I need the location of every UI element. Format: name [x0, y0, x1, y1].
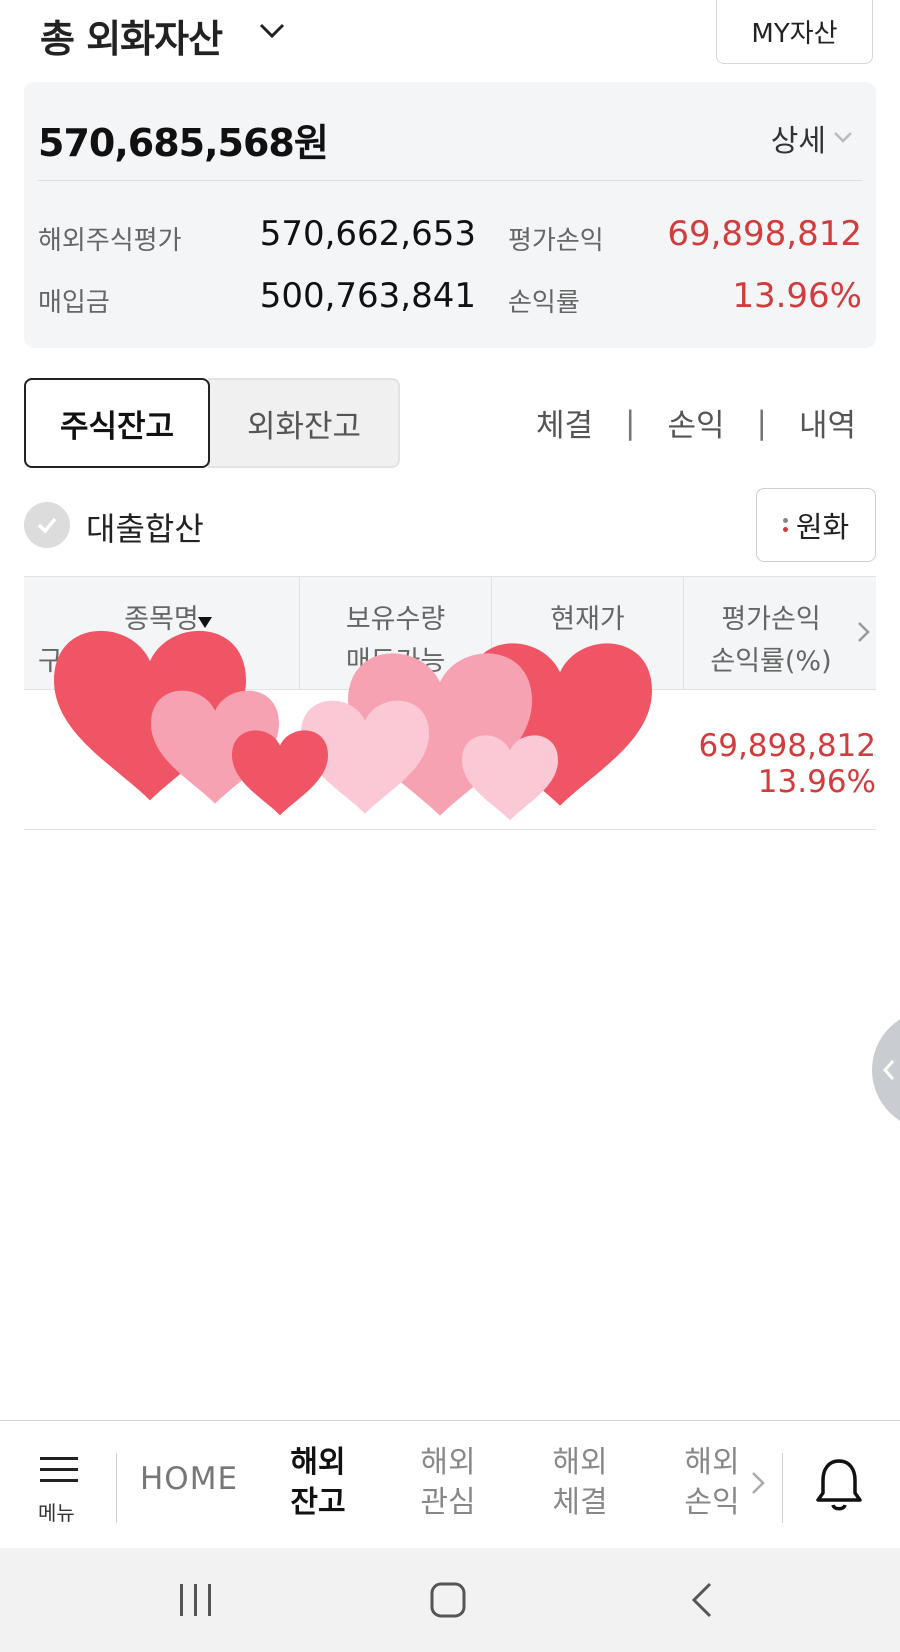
divider	[782, 1453, 783, 1523]
chevron-right-icon[interactable]	[748, 1467, 768, 1499]
divider: |	[756, 404, 767, 441]
nav-overseas-watchlist[interactable]: 해외 관심	[408, 1443, 488, 1523]
stock-eval-label: 해외주식평가	[38, 226, 182, 256]
nav-overseas-balance[interactable]: 해외 잔고	[278, 1443, 358, 1523]
purchase-amount-value: 500,763,841	[259, 276, 476, 316]
hamburger-icon	[40, 1457, 78, 1482]
link-profit-loss[interactable]: 손익	[667, 400, 724, 445]
tab-fx-balance[interactable]: 외화잔고	[208, 378, 400, 468]
summary-row: 매입금 500,763,841 손익률 13.96%	[38, 276, 862, 320]
side-drawer-handle[interactable]	[872, 1010, 900, 1130]
nav-label: 해외	[420, 1445, 476, 1480]
nav-label: 손익	[684, 1485, 740, 1520]
row-eval-profit: 69,898,812	[698, 728, 877, 764]
profit-rate-value: 13.96%	[732, 276, 862, 316]
tab-stock-balance[interactable]: 주식잔고	[24, 378, 210, 468]
more-dots-icon	[782, 518, 788, 532]
loan-sum-label: 대출합산	[86, 510, 204, 548]
header-label: 손익률(%)	[710, 646, 832, 677]
menu-label: 메뉴	[38, 1501, 75, 1525]
bottom-navigation: 메뉴 HOME 해외 잔고 해외 관심 해외 체결 해외 손익	[0, 1420, 900, 1546]
bell-icon[interactable]	[814, 1455, 864, 1515]
back-icon[interactable]	[688, 1580, 716, 1620]
divider: |	[625, 404, 636, 441]
divider	[38, 180, 862, 181]
nav-overseas-profit[interactable]: 해외 손익	[672, 1443, 752, 1523]
divider	[116, 1453, 117, 1523]
home-icon[interactable]	[428, 1580, 468, 1620]
currency-label: 원화	[795, 510, 850, 544]
recents-icon[interactable]	[176, 1582, 216, 1618]
heart-sticker	[53, 630, 652, 821]
row-profit-rate: 13.96%	[757, 764, 876, 800]
profit-rate-label: 손익률	[508, 288, 580, 318]
detail-toggle-label[interactable]: 상세	[771, 116, 826, 160]
header-label: 평가손익	[721, 604, 821, 635]
nav-overseas-executions[interactable]: 해외 체결	[540, 1443, 620, 1523]
loan-sum-toggle[interactable]: 대출합산	[24, 500, 324, 550]
nav-label: 해외	[684, 1445, 740, 1480]
chevron-right-icon[interactable]	[854, 617, 874, 647]
chevron-down-icon[interactable]	[256, 14, 288, 46]
link-executions[interactable]: 체결	[536, 400, 593, 445]
eval-profit-label: 평가손익	[508, 226, 604, 256]
nav-label: 해외	[290, 1445, 346, 1480]
menu-button[interactable]: 메뉴	[38, 1453, 82, 1525]
stock-eval-value: 570,662,653	[259, 214, 476, 254]
nav-label: 잔고	[290, 1485, 346, 1520]
column-header-profit[interactable]: 평가손익 손익률(%)	[684, 577, 858, 689]
balance-tabs: 외화잔고 주식잔고	[24, 378, 400, 468]
nav-label: 해외	[552, 1445, 608, 1480]
link-history[interactable]: 내역	[799, 400, 856, 445]
nav-label: 관심	[420, 1485, 476, 1520]
check-icon[interactable]	[24, 502, 70, 548]
asset-summary-card: 570,685,568원 상세 해외주식평가 570,662,653 평가손익 …	[24, 82, 876, 348]
currency-button[interactable]: 원화	[756, 488, 876, 562]
my-asset-button[interactable]: MY자산	[716, 0, 873, 64]
nav-home[interactable]: HOME	[140, 1461, 238, 1497]
header: 총 외화자산 MY자산	[0, 0, 900, 70]
purchase-amount-label: 매입금	[38, 288, 110, 318]
total-asset-amount: 570,685,568원	[38, 121, 329, 165]
sub-links: 체결 | 손익 | 내역	[536, 400, 856, 445]
system-navigation-bar	[0, 1548, 900, 1652]
summary-row: 해외주식평가 570,662,653 평가손익 69,898,812	[38, 214, 862, 258]
chevron-down-icon[interactable]	[832, 126, 854, 148]
page-title[interactable]: 총 외화자산	[40, 8, 223, 63]
chevron-left-icon	[882, 1060, 895, 1080]
nav-label: 체결	[552, 1485, 608, 1520]
eval-profit-value: 69,898,812	[667, 214, 862, 254]
